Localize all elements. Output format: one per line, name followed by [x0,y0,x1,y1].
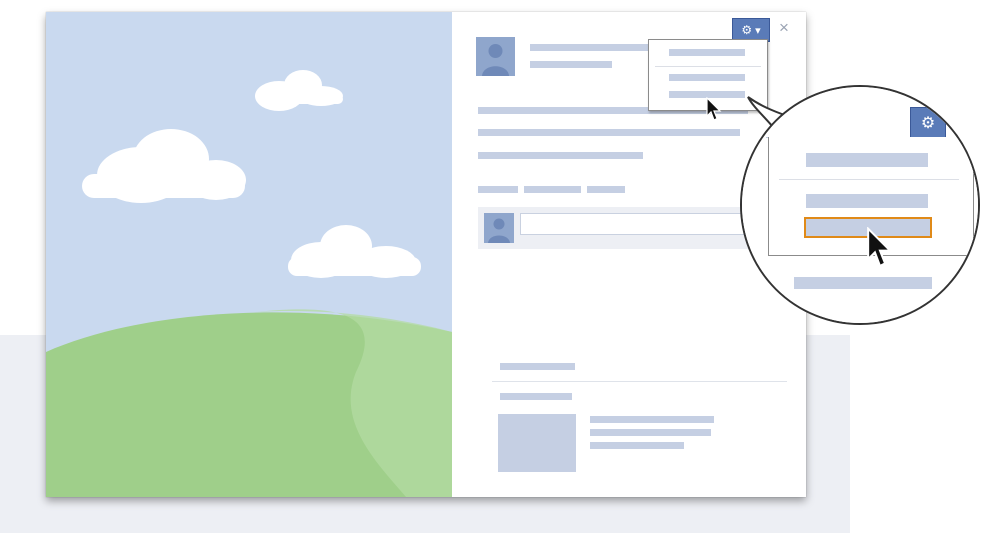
action-link-placeholder[interactable] [587,186,625,193]
album-text-placeholder [590,429,711,436]
menu-item-zoomed[interactable] [806,194,928,208]
person-icon [484,213,514,243]
menu-item[interactable] [669,49,745,56]
action-link-placeholder[interactable] [478,186,518,193]
cursor-icon [867,227,893,268]
author-avatar[interactable] [476,37,515,76]
caption-line-placeholder [478,129,740,136]
album-title-placeholder [500,363,575,370]
action-link-placeholder[interactable] [524,186,581,193]
zoom-callout: ⚙ [740,85,980,325]
menu-divider [779,179,959,180]
album-thumbnail[interactable] [498,414,576,472]
menu-item[interactable] [669,74,745,81]
gear-icon: ⚙ [741,23,753,37]
cursor-icon [706,97,722,121]
gear-icon: ⚙ [920,115,936,132]
landscape-illustration [46,12,452,497]
album-text-placeholder [590,442,684,449]
viewer-avatar [484,213,514,243]
zoom-background-bar [794,277,932,289]
photo-viewer-dialog: ⚙ ▾ × [46,12,806,497]
close-icon[interactable]: × [779,19,789,36]
author-name-placeholder[interactable] [530,44,648,51]
photo-area[interactable] [46,12,452,497]
options-button-zoomed[interactable]: ⚙ [910,107,946,139]
menu-item-zoomed[interactable] [806,153,928,167]
divider [492,381,787,382]
chevron-down-icon: ▾ [755,24,761,37]
magnified-menu-view: ⚙ [740,85,980,325]
menu-divider [655,66,761,67]
album-text-placeholder [590,416,714,423]
caption-line-placeholder [478,152,643,159]
album-label-placeholder [500,393,572,400]
timestamp-placeholder [530,61,612,68]
person-icon [476,37,515,76]
